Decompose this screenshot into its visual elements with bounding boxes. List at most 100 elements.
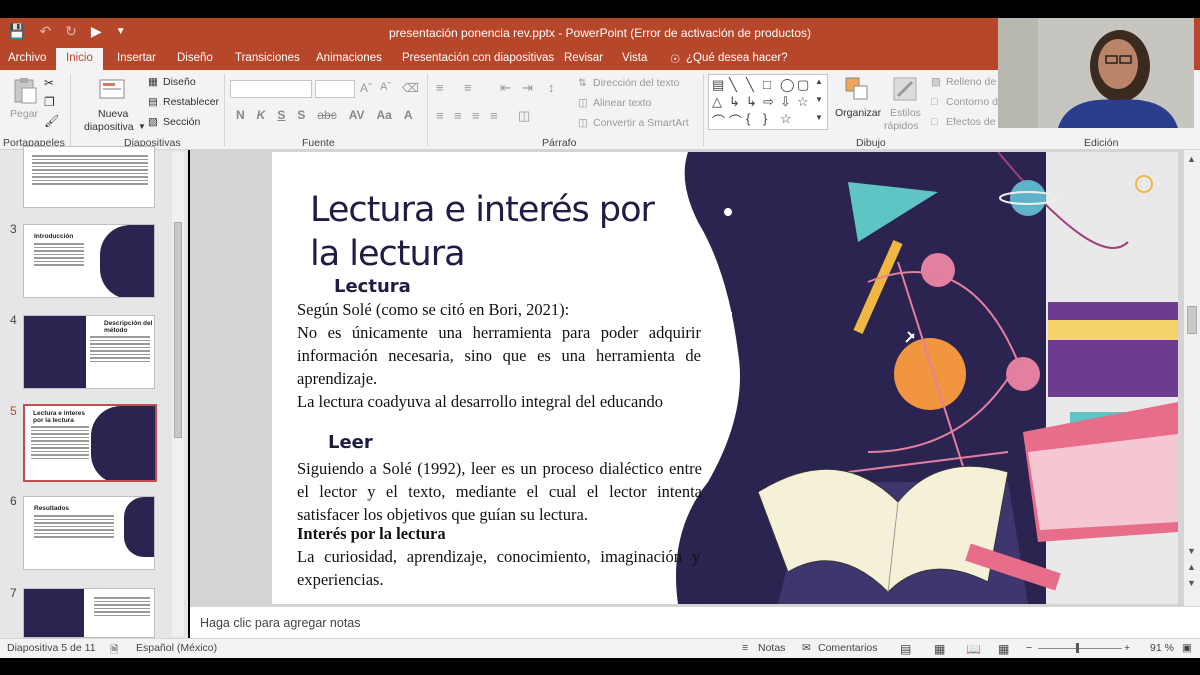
slide-thumbnail-5-active[interactable]: Lectura e interes por la lectura <box>23 404 157 482</box>
paragraph-5-heading[interactable]: Interés por la lectura <box>297 522 701 545</box>
slide-scrollbar[interactable]: ▲ ▼ ▲ ▼ <box>1184 150 1200 606</box>
new-slide-icon[interactable] <box>98 74 128 104</box>
arrange-button[interactable]: Organizar <box>835 107 881 119</box>
shape-connector-icon[interactable]: ↳ <box>746 94 757 110</box>
shape-outline-button[interactable]: Contorno d <box>946 96 998 108</box>
shape-brace-icon[interactable]: { <box>746 111 750 126</box>
decrease-indent-icon[interactable]: ⇤ <box>500 80 511 96</box>
bullets-icon[interactable]: ≡ <box>436 80 444 95</box>
tab-inicio[interactable]: Inicio <box>56 48 103 70</box>
new-slide-label-1[interactable]: Nueva <box>98 108 128 120</box>
paragraph-3[interactable]: La lectura coadyuva al desarrollo integr… <box>297 390 701 413</box>
slide-title[interactable]: Lectura e interés por la lectura <box>310 188 690 276</box>
tab-archivo[interactable]: Archivo <box>8 52 46 64</box>
quick-styles-label-1[interactable]: Estilos <box>890 107 921 119</box>
strikethrough-button[interactable]: abc <box>317 108 336 122</box>
shape-oval-icon[interactable]: ◯ <box>780 77 795 93</box>
language-status[interactable]: Español (México) <box>136 642 217 654</box>
next-slide-icon[interactable]: ▼ <box>1187 578 1196 588</box>
quick-styles-icon[interactable] <box>890 74 920 104</box>
scrollbar-thumb[interactable] <box>174 222 182 438</box>
scrollbar-thumb[interactable] <box>1187 306 1197 334</box>
paste-label[interactable]: Pegar <box>10 108 38 120</box>
grow-font-icon[interactable]: Aˆ <box>360 81 372 95</box>
text-direction-button[interactable]: Dirección del texto <box>593 77 679 89</box>
line-spacing-icon[interactable]: ↕ <box>548 80 555 95</box>
numbering-icon[interactable]: ≡ <box>464 80 472 95</box>
shape-line-icon[interactable]: ╲ <box>729 77 737 93</box>
slide-thumbnail-6[interactable]: Resultados <box>23 496 155 570</box>
paragraph-2[interactable]: No es únicamente una herramienta para po… <box>297 321 701 390</box>
gallery-more-icon[interactable]: ▼ <box>815 113 823 122</box>
char-spacing-icon[interactable]: AV <box>349 108 365 122</box>
tab-presentacion[interactable]: Presentación con diapositivas <box>402 52 554 64</box>
fit-to-window-icon[interactable]: ▣ <box>1182 642 1192 654</box>
shape-curve-icon[interactable]: ⌒ <box>712 111 725 130</box>
section-button[interactable]: Sección <box>163 116 200 128</box>
shadow-button[interactable]: S <box>297 108 305 122</box>
zoom-slider-handle[interactable] <box>1076 643 1079 653</box>
slide-thumbnail-3[interactable]: Introducción <box>23 224 155 298</box>
tab-animaciones[interactable]: Animaciones <box>316 52 382 64</box>
font-name-combo[interactable] <box>230 80 312 98</box>
font-size-combo[interactable] <box>315 80 355 98</box>
italic-button[interactable]: K <box>257 108 266 122</box>
chevron-down-icon[interactable]: ▼ <box>138 122 146 131</box>
scroll-up-icon[interactable]: ▲ <box>1187 154 1196 164</box>
align-text-button[interactable]: Alinear texto <box>593 97 651 109</box>
previous-slide-icon[interactable]: ▲ <box>1187 562 1196 572</box>
tell-me-input[interactable]: ¿Qué desea hacer? <box>686 52 788 64</box>
tab-vista[interactable]: Vista <box>622 52 647 64</box>
reset-button[interactable]: Restablecer <box>163 96 219 108</box>
subheading-lectura[interactable]: Lectura <box>334 276 411 297</box>
thumbnails-scrollbar[interactable] <box>172 152 184 636</box>
gallery-down-icon[interactable]: ▼ <box>815 95 823 104</box>
tab-transiciones[interactable]: Transiciones <box>235 52 300 64</box>
arrange-icon[interactable] <box>842 74 872 104</box>
justify-icon[interactable]: ≡ <box>490 108 498 123</box>
paragraph-4[interactable]: Siguiendo a Solé (1992), leer es un proc… <box>297 457 702 526</box>
align-center-icon[interactable]: ≡ <box>454 108 462 123</box>
copy-icon[interactable]: ❐ <box>44 95 55 109</box>
layout-button[interactable]: Diseño <box>163 76 196 88</box>
shapes-gallery[interactable]: ▤ ╲ ╲ □ ◯ ▢ △ ↳ ↳ ⇨ ⇩ ☆ ⌒ ⌒ { } ☆ ▲ ▼ ▼ <box>708 74 828 130</box>
quick-styles-label-2[interactable]: rápidos <box>884 120 918 132</box>
increase-indent-icon[interactable]: ⇥ <box>522 80 533 96</box>
zoom-level[interactable]: 91 % <box>1150 642 1174 654</box>
shape-effects-button[interactable]: Efectos de <box>946 116 996 128</box>
shape-triangle-icon[interactable]: △ <box>712 94 722 110</box>
slideshow-view-icon[interactable]: ▦ <box>998 642 1009 656</box>
shape-rounded-rect-icon[interactable]: ▢ <box>797 77 809 93</box>
change-case-icon[interactable]: Aa <box>377 108 392 122</box>
shape-star-icon[interactable]: ☆ <box>797 94 809 110</box>
bold-button[interactable]: N <box>236 108 245 122</box>
shrink-font-icon[interactable]: Aˇ <box>380 81 391 93</box>
shape-arrow-icon[interactable]: ⇩ <box>780 94 791 110</box>
tab-diseno[interactable]: Diseño <box>177 52 213 64</box>
shape-rect-icon[interactable]: □ <box>763 77 771 92</box>
tab-insertar[interactable]: Insertar <box>117 52 156 64</box>
slide-thumbnail-7[interactable] <box>23 588 155 638</box>
shape-connector-icon[interactable]: ↳ <box>729 94 740 110</box>
paragraph-5[interactable]: La curiosidad, aprendizaje, conocimiento… <box>297 545 700 591</box>
zoom-slider[interactable] <box>1038 648 1122 649</box>
gallery-up-icon[interactable]: ▲ <box>815 77 823 86</box>
tab-revisar[interactable]: Revisar <box>564 52 603 64</box>
font-color-icon[interactable]: A <box>404 108 413 122</box>
subheading-leer[interactable]: Leer <box>328 432 373 453</box>
clear-format-icon[interactable]: ⌫ <box>402 81 419 95</box>
zoom-in-icon[interactable]: + <box>1124 642 1130 654</box>
shape-fill-button[interactable]: Relleno de <box>946 76 996 88</box>
slide-5[interactable]: Lectura e interés por la lectura Lectura… <box>272 152 1178 604</box>
cut-icon[interactable]: ✂ <box>44 76 54 90</box>
smartart-button[interactable]: Convertir a SmartArt <box>593 117 689 129</box>
notes-toggle[interactable]: Notas <box>758 642 785 654</box>
shape-line-icon[interactable]: ╲ <box>746 77 754 93</box>
shape-curve-icon[interactable]: ⌒ <box>729 111 742 130</box>
underline-button[interactable]: S <box>277 108 285 122</box>
shape-textbox-icon[interactable]: ▤ <box>712 77 724 93</box>
reading-view-icon[interactable]: 📖 <box>966 642 981 656</box>
notes-pane[interactable]: Haga clic para agregar notas <box>190 606 1200 638</box>
new-slide-label-2[interactable]: diapositiva <box>84 121 134 133</box>
slide-thumbnail-2[interactable] <box>23 146 155 208</box>
